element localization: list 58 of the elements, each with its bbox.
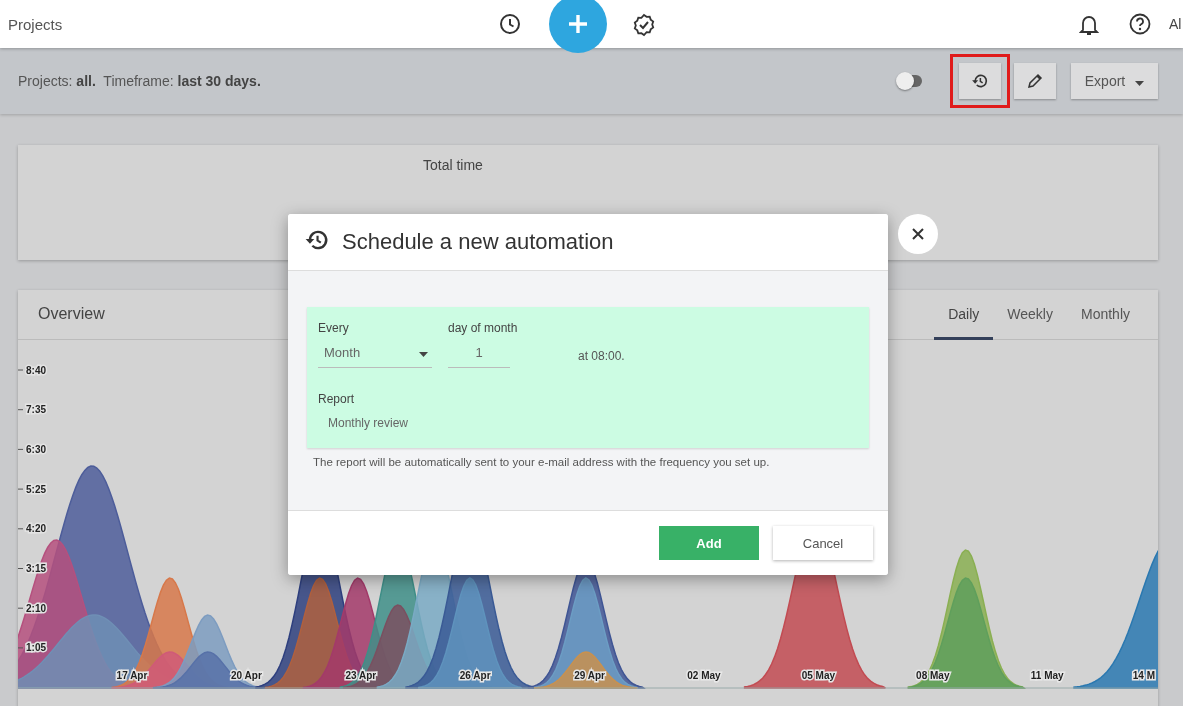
cancel-button[interactable]: Cancel — [773, 526, 873, 560]
axis-tick — [18, 369, 24, 371]
badge-check-icon[interactable] — [632, 13, 656, 37]
add-button[interactable]: Add — [659, 526, 759, 560]
filter-summary: Projects: all. Timeframe: last 30 days. — [18, 73, 261, 89]
plus-icon — [567, 13, 589, 35]
axis-date-label: 14 M — [1132, 670, 1155, 681]
dialog-title: Schedule a new automation — [342, 229, 614, 255]
axis-date-label: 05 May — [801, 670, 836, 681]
field-label: day of month — [448, 321, 519, 335]
report-name[interactable]: Monthly review — [328, 416, 858, 430]
bell-icon[interactable] — [1079, 14, 1099, 36]
axis-tick — [18, 409, 24, 411]
axis-date-label: 20 Apr — [231, 670, 262, 681]
axis-tick — [18, 448, 24, 450]
time-text: at 08:00. — [578, 349, 625, 363]
card-title: Total time — [422, 156, 484, 173]
axis-tick — [18, 607, 24, 609]
field-label: Report — [318, 392, 356, 406]
axis-date-label: 02 May — [687, 670, 721, 681]
axis-tick — [18, 528, 24, 530]
page-title: Projects — [8, 16, 64, 33]
axis-tick — [18, 568, 24, 569]
help-icon[interactable] — [1129, 13, 1151, 35]
export-button[interactable]: Export — [1071, 63, 1158, 99]
period-tab[interactable]: Monthly — [1066, 290, 1144, 340]
axis-tick-label: 8:40 — [26, 364, 46, 376]
period-tab[interactable]: Weekly — [993, 290, 1067, 340]
axis-tick-label: 7:35 — [26, 404, 46, 416]
add-button[interactable] — [549, 0, 607, 53]
axis-tick — [18, 647, 24, 649]
period-tab[interactable]: Daily — [934, 290, 994, 340]
pencil-icon — [1027, 73, 1043, 89]
help-text: The report will be automatically sent to your e-mail address with the frequency you set up. — [313, 456, 771, 468]
caret-icon — [419, 352, 428, 357]
history-icon — [971, 72, 989, 90]
axis-date-label: 08 May — [916, 670, 950, 681]
axis-date-label: 26 Apr — [459, 670, 491, 681]
axis-tick-label: 4:20 — [26, 523, 46, 535]
axis-date-label: 11 May — [1030, 670, 1064, 681]
frequency-dropdown[interactable]: Month — [318, 338, 432, 368]
axis-tick-label: 2:10 — [26, 602, 46, 614]
axis-tick-label: 5:25 — [26, 483, 46, 495]
close-icon — [911, 227, 925, 241]
axis-tick — [18, 488, 24, 490]
axis-date-label: 23 Apr — [345, 670, 377, 681]
card-title: Overview — [38, 305, 105, 324]
day-input-field[interactable]: 1 — [448, 338, 510, 368]
clock-icon[interactable] — [499, 13, 521, 35]
edit-button[interactable] — [1014, 63, 1056, 99]
history-button[interactable] — [959, 63, 1001, 99]
user-name[interactable]: Al — [1169, 16, 1183, 32]
field-label: Every — [318, 321, 350, 335]
axis-tick-label: 1:05 — [26, 642, 46, 654]
caret-icon — [1135, 81, 1145, 86]
axis-date-label: 17 Apr — [116, 670, 148, 681]
axis-tick-label: 6:30 — [26, 443, 46, 455]
axis-date-label: 29 Apr — [574, 670, 605, 681]
